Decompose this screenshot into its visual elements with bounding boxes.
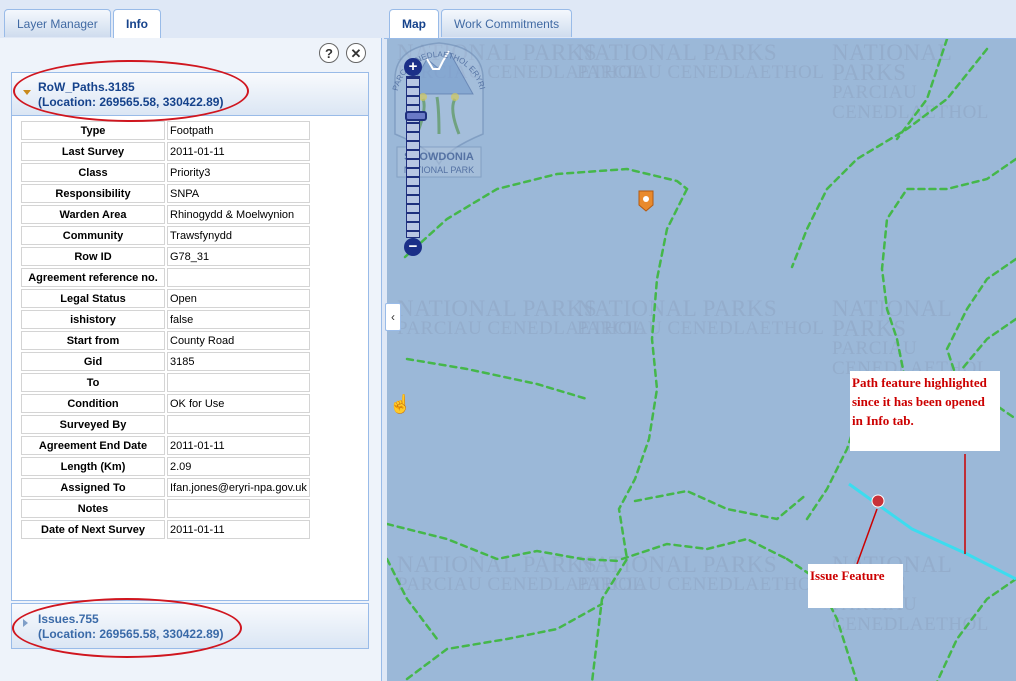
poi-marker-icon[interactable] (638, 190, 654, 212)
map-canvas[interactable]: NATIONAL PARKS PARCIAU CENEDLAETHOL NATIO… (387, 38, 1016, 681)
table-row: Agreement reference no. (21, 268, 310, 287)
attribute-key: Length (Km) (21, 457, 165, 476)
table-row: Class Priority3 (21, 163, 310, 182)
attribute-value: 2011-01-11 (167, 520, 310, 539)
feature-panel-header[interactable]: RoW_Paths.3185 (Location: 269565.58, 330… (12, 73, 368, 116)
attribute-value (167, 415, 310, 434)
help-icon[interactable]: ? (319, 43, 339, 63)
attribute-value: Trawsfynydd (167, 226, 310, 245)
feature-location: (Location: 269565.58, 330422.89) (38, 95, 224, 109)
attribute-value: 2011-01-11 (167, 142, 310, 161)
attribute-key: Start from (21, 331, 165, 350)
attribute-value: 2011-01-11 (167, 436, 310, 455)
attribute-key: Agreement End Date (21, 436, 165, 455)
map-tabstrip: Map Work Commitments (384, 0, 1016, 39)
collapsed-arrow-icon (23, 619, 28, 627)
annotation-path-note: Path feature highlighted since it has be… (850, 371, 1000, 451)
attribute-value (167, 499, 310, 518)
attribute-value (167, 268, 310, 287)
feature-panel-issues: Issues.755 (Location: 269565.58, 330422.… (11, 603, 369, 649)
snowdonia-logo: PARC CENEDLAETHOL ERYRI SNOWDONIA NATION… (391, 42, 487, 178)
table-row: Date of Next Survey 2011-01-11 (21, 520, 310, 539)
table-row: Legal Status Open (21, 289, 310, 308)
table-row: Row ID G78_31 (21, 247, 310, 266)
table-row: Assigned To Ifan.jones@eryri-npa.gov.uk (21, 478, 310, 497)
table-row: Surveyed By (21, 415, 310, 434)
attribute-table: Type Footpath Last Survey 2011-01-11 Class Pr… (19, 119, 312, 541)
attribute-key: Date of Next Survey (21, 520, 165, 539)
attribute-key: Notes (21, 499, 165, 518)
table-row: Length (Km) 2.09 (21, 457, 310, 476)
attribute-key: Class (21, 163, 165, 182)
attribute-value: false (167, 310, 310, 329)
table-row: ishistory false (21, 310, 310, 329)
table-row: Condition OK for Use (21, 394, 310, 413)
tab-work-commitments[interactable]: Work Commitments (441, 9, 573, 37)
attribute-key: Type (21, 121, 165, 140)
attribute-value: County Road (167, 331, 310, 350)
attribute-key: Agreement reference no. (21, 268, 165, 287)
table-row: Responsibility SNPA (21, 184, 310, 203)
table-row: Notes (21, 499, 310, 518)
collapse-panel-button[interactable]: ‹ (385, 303, 401, 331)
tab-layer-manager[interactable]: Layer Manager (4, 9, 111, 37)
table-row: Community Trawsfynydd (21, 226, 310, 245)
attribute-value: OK for Use (167, 394, 310, 413)
close-icon[interactable]: ✕ (346, 43, 366, 63)
info-panel: Layer Manager Info ? ✕ RoW_Paths.3185 (L… (0, 0, 382, 681)
attribute-value: Open (167, 289, 310, 308)
attribute-key: Last Survey (21, 142, 165, 161)
attribute-value: 2.09 (167, 457, 310, 476)
info-panel-body: ? ✕ RoW_Paths.3185 (Location: 269565.58,… (0, 38, 382, 681)
tab-info[interactable]: Info (113, 9, 161, 39)
attribute-key: Legal Status (21, 289, 165, 308)
attribute-value (167, 373, 310, 392)
table-row: To (21, 373, 310, 392)
table-row: Type Footpath (21, 121, 310, 140)
expanded-arrow-icon (23, 90, 31, 95)
attribute-key: To (21, 373, 165, 392)
table-row: Start from County Road (21, 331, 310, 350)
issue-marker-icon[interactable] (871, 494, 885, 508)
feature-title: RoW_Paths.3185 (38, 80, 135, 94)
attribute-value: Rhinogydd & Moelwynion (167, 205, 310, 224)
table-row: Last Survey 2011-01-11 (21, 142, 310, 161)
attribute-key: Condition (21, 394, 165, 413)
tab-map[interactable]: Map (389, 9, 439, 39)
feature-panel-row-paths: RoW_Paths.3185 (Location: 269565.58, 330… (11, 72, 369, 601)
attribute-key: Row ID (21, 247, 165, 266)
attribute-value: Ifan.jones@eryri-npa.gov.uk (167, 478, 310, 497)
annotation-issue-note: Issue Feature (808, 564, 903, 608)
left-tabstrip: Layer Manager Info (0, 0, 382, 39)
attribute-key: Warden Area (21, 205, 165, 224)
attribute-key: Community (21, 226, 165, 245)
map-panel: Map Work Commitments NATIONAL PARKS PARCI… (384, 0, 1016, 681)
attribute-value: G78_31 (167, 247, 310, 266)
attribute-key: ishistory (21, 310, 165, 329)
issue-title: Issues.755 (38, 612, 99, 626)
zoom-slider-handle[interactable] (405, 111, 427, 121)
attribute-key: Assigned To (21, 478, 165, 497)
zoom-out-button[interactable]: − (404, 238, 422, 256)
table-row: Agreement End Date 2011-01-11 (21, 436, 310, 455)
zoom-track[interactable] (405, 76, 427, 238)
table-row: Warden Area Rhinogydd & Moelwynion (21, 205, 310, 224)
zoom-in-button[interactable]: + (404, 58, 422, 76)
attribute-value: Priority3 (167, 163, 310, 182)
zoom-control: + − (404, 58, 427, 256)
attribute-key: Gid (21, 352, 165, 371)
issue-panel-header[interactable]: Issues.755 (Location: 269565.58, 330422.… (12, 604, 368, 648)
attribute-value: 3185 (167, 352, 310, 371)
table-row: Gid 3185 (21, 352, 310, 371)
attribute-value: Footpath (167, 121, 310, 140)
issue-location: (Location: 269565.58, 330422.89) (38, 627, 224, 641)
attribute-value: SNPA (167, 184, 310, 203)
hand-cursor-icon: ☝ (389, 394, 412, 414)
attribute-key: Surveyed By (21, 415, 165, 434)
attribute-key: Responsibility (21, 184, 165, 203)
